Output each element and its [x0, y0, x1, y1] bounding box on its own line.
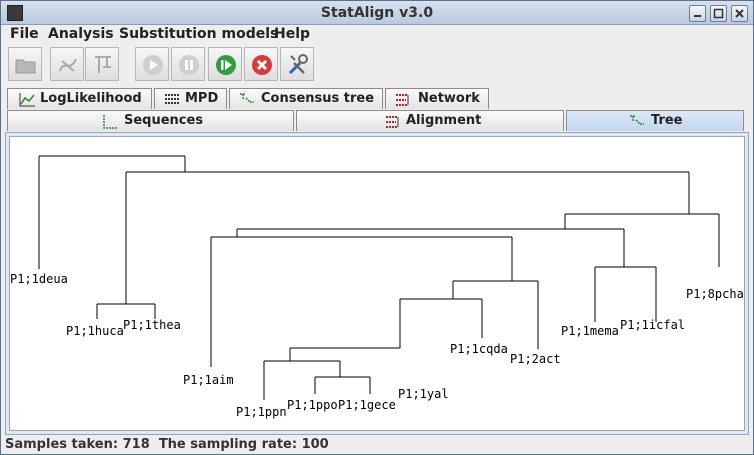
tab-label: MPD	[185, 91, 219, 106]
tree-canvas: P1;1deua P1;1huca P1;1thea P1;1aim P1;1p…	[9, 136, 745, 431]
list-icon	[165, 94, 179, 104]
leaf-label: P1;1huca	[66, 324, 124, 338]
tab-label: Tree	[651, 113, 683, 128]
remove-tree-button[interactable]	[85, 47, 119, 81]
pause-button[interactable]	[171, 47, 205, 81]
window-title: StatAlign v3.0	[320, 5, 434, 21]
leaf-label: P1;1mema	[561, 324, 619, 338]
leaf-label: P1;1gece	[338, 398, 396, 412]
network-icon	[396, 94, 409, 106]
sampling-rate-value: 100	[301, 437, 329, 452]
app-window: StatAlign v3.0 File Analysis Substitutio…	[0, 0, 754, 455]
leaf-label: P1;1icfal	[620, 318, 685, 332]
stop-button[interactable]	[244, 47, 278, 81]
menu-file[interactable]: File	[10, 26, 39, 42]
menu-bar: File Analysis Substitution models Help	[1, 26, 753, 44]
sequences-icon	[103, 115, 117, 129]
leaf-label: P1;2act	[510, 352, 561, 366]
samples-label: Samples taken:	[5, 437, 119, 452]
sequences-icon	[59, 58, 77, 72]
tab-mpd[interactable]: MPD	[154, 88, 227, 109]
maximize-button[interactable]	[710, 5, 727, 22]
tab-network[interactable]: Network	[385, 88, 489, 109]
tab-label: Alignment	[406, 113, 482, 128]
leaf-label: P1;1deua	[10, 272, 68, 286]
sampling-rate-label: The sampling rate:	[158, 437, 298, 452]
resume-icon	[216, 55, 236, 75]
leaf-label: P1;1aim	[183, 373, 234, 387]
tab-alignment[interactable]: Alignment	[296, 110, 564, 131]
remove-sequences-button[interactable]	[50, 47, 84, 81]
minimize-button[interactable]	[689, 5, 706, 22]
menu-help[interactable]: Help	[274, 26, 310, 42]
samples-value: 718	[122, 437, 150, 452]
status-bar: Samples taken: 718 The sampling rate: 10…	[5, 437, 329, 452]
tree-branches	[38, 155, 720, 400]
run-button[interactable]	[135, 47, 169, 81]
leaf-label: P1;1thea	[123, 318, 181, 332]
tree-icon	[630, 115, 644, 125]
pause-icon	[179, 55, 199, 75]
settings-button[interactable]	[280, 47, 314, 81]
leaf-label: P1;8pcha	[686, 287, 744, 301]
folder-icon	[15, 59, 36, 74]
tab-tree[interactable]: Tree	[566, 110, 744, 131]
menu-substitution-models[interactable]: Substitution models	[119, 26, 278, 42]
tab-label: LogLikelihood	[40, 91, 142, 106]
tab-consensus-tree[interactable]: Consensus tree	[229, 88, 383, 109]
leaf-label: P1;1yal	[398, 387, 449, 401]
chart-icon	[19, 93, 35, 107]
resume-button[interactable]	[208, 47, 242, 81]
menu-analysis[interactable]: Analysis	[48, 26, 114, 42]
leaf-label: P1;1cqda	[450, 342, 508, 356]
tab-label: Network	[418, 91, 480, 106]
tab-label: Consensus tree	[261, 91, 375, 106]
phylogenetic-tree: P1;1deua P1;1huca P1;1thea P1;1aim P1;1p…	[10, 155, 744, 419]
stop-icon	[252, 55, 272, 75]
alignment-icon	[386, 116, 399, 128]
tree-leaf-labels: P1;1deua P1;1huca P1;1thea P1;1aim P1;1p…	[10, 272, 744, 419]
tab-label: Sequences	[124, 113, 204, 128]
close-button[interactable]	[731, 5, 748, 22]
toolbar	[1, 45, 753, 83]
tree-panel: P1;1deua P1;1huca P1;1thea P1;1aim P1;1p…	[5, 132, 749, 435]
tab-sequences[interactable]: Sequences	[7, 110, 294, 131]
play-icon	[143, 55, 163, 75]
leaf-label: P1;1ppo	[287, 398, 338, 412]
title-bar: StatAlign v3.0	[1, 1, 753, 25]
tree-icon	[95, 56, 111, 73]
tools-icon	[288, 54, 308, 75]
leaf-label: P1;1ppn	[236, 405, 287, 419]
tree-icon	[240, 93, 254, 103]
open-button[interactable]	[8, 47, 42, 81]
tab-loglikelihood[interactable]: LogLikelihood	[7, 88, 152, 109]
